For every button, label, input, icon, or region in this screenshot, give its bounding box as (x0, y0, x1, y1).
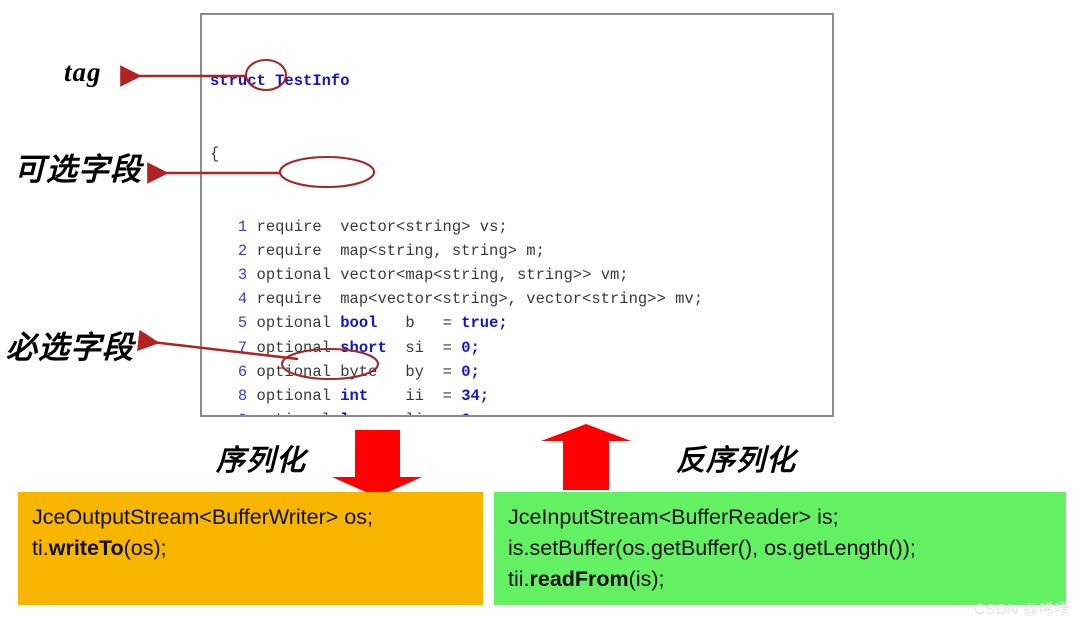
code-identifier: mv; (675, 290, 703, 309)
code-line-number: 2 (228, 241, 257, 260)
input-stream-method: readFrom (529, 567, 629, 591)
output-stream-line-2-pre: ti. (32, 536, 49, 560)
code-value: true; (461, 314, 508, 333)
code-type: bool (340, 314, 406, 333)
deserialize-up-arrow-icon (541, 424, 631, 490)
code-qualifier: optional (256, 386, 341, 405)
code-line-number: 8 (228, 386, 257, 405)
code-line-number: 4 (228, 290, 257, 309)
input-stream-line-1: JceInputStream<BufferReader> is; (508, 505, 839, 529)
code-qualifier: optional (256, 338, 341, 357)
input-stream-line-2: is.setBuffer(os.getBuffer(), os.getLengt… (508, 536, 916, 560)
code-identifier: vs; (479, 217, 508, 236)
code-assign-operator: = (442, 338, 462, 357)
code-type: long (340, 411, 405, 415)
flow-label-serialize: 序列化 (216, 445, 307, 477)
input-stream-line-3: tii.readFrom(is); (508, 564, 1052, 595)
code-line-header: struct TestInfo (210, 69, 703, 93)
code-line: 6 optional byte by = 0; (210, 360, 703, 384)
code-line: 1 require vector<string> vs; (210, 215, 703, 239)
input-stream-line-3-post: (is); (628, 567, 665, 591)
code-qualifier: optional (256, 362, 341, 381)
code-line-number: 5 (228, 314, 257, 333)
input-stream-box: JceInputStream<BufferReader> is; is.setB… (494, 492, 1066, 605)
output-stream-line-1: JceOutputStream<BufferWriter> os; (32, 505, 373, 529)
code-qualifier: require (256, 290, 341, 309)
annotation-label-tag: tag (64, 57, 102, 87)
watermark: CSDN @唏噗 (974, 601, 1070, 618)
code-type: int (340, 386, 406, 405)
code-identifier: m; (526, 241, 545, 260)
code-keyword-struct: struct TestInfo (210, 72, 350, 91)
code-identifier: vm; (600, 265, 629, 284)
code-line-number: 6 (228, 362, 257, 381)
code-line: 7 optional short si = 0; (210, 336, 703, 360)
code-identifier: b (405, 314, 443, 333)
code-line: 4 require map<vector<string>, vector<str… (210, 287, 703, 311)
code-value: 0; (461, 362, 480, 381)
code-assign-operator: = (442, 386, 462, 405)
code-assign-operator: = (442, 362, 462, 381)
code-line-number: 9 (229, 411, 257, 415)
code-type: short (340, 338, 406, 357)
code-line: 5 optional bool b = true; (210, 311, 703, 335)
code-qualifier: require (256, 217, 341, 236)
code-type: vector<string> (340, 217, 480, 236)
code-type: map<string, string> (340, 241, 527, 260)
code-line-open-brace: { (210, 145, 220, 163)
output-stream-box: JceOutputStream<BufferWriter> os; ti.wri… (18, 492, 483, 605)
input-stream-line-3-pre: tii. (508, 567, 530, 591)
annotation-label-required-field: 必选字段 (6, 330, 134, 365)
code-body: 1 require vector<string> vs; 2 require m… (210, 215, 703, 415)
code-line: 8 optional int ii = 34; (210, 384, 703, 408)
code-line-number: 7 (228, 338, 257, 357)
code-panel: struct TestInfo { 1 require vector<strin… (200, 13, 834, 417)
code-identifier: ii (405, 386, 443, 405)
output-stream-line-2: ti.writeTo(os); (32, 533, 469, 564)
code-listing: struct TestInfo { 1 require vector<strin… (210, 21, 703, 415)
annotation-label-optional-field: 可选字段 (14, 152, 142, 187)
code-qualifier: optional (256, 265, 341, 284)
code-type: map<vector<string>, vector<string>> (340, 290, 676, 309)
code-value: 0; (461, 338, 480, 357)
code-identifier: li (405, 411, 442, 415)
code-identifier: by (405, 362, 443, 381)
code-line: 2 require map<string, string> m; (210, 239, 703, 263)
output-stream-method: writeTo (48, 536, 124, 560)
code-type: byte (340, 362, 406, 381)
code-type: vector<map<string, string>> (340, 265, 601, 284)
code-assign-operator: = (442, 314, 462, 333)
code-qualifier: require (256, 241, 341, 260)
code-qualifier: optional (256, 314, 341, 333)
slide-canvas: tag 可选字段 必选字段 struct TestInfo { 1 requir… (0, 0, 1080, 623)
code-line-number: 3 (228, 265, 257, 284)
code-assign-operator: = (443, 411, 462, 415)
code-line: 3 optional vector<map<string, string>> v… (210, 263, 703, 287)
code-qualifier: optional (257, 411, 341, 415)
output-stream-line-2-post: (os); (123, 536, 167, 560)
code-value: 34; (461, 386, 490, 405)
code-line-number: 1 (228, 217, 257, 236)
flow-label-deserialize: 反序列化 (676, 445, 797, 477)
code-value: 0; (461, 411, 480, 415)
serialize-down-arrow-icon (332, 430, 422, 497)
code-line: 9 optional long li = 0; (210, 408, 703, 415)
code-identifier: si (405, 338, 443, 357)
